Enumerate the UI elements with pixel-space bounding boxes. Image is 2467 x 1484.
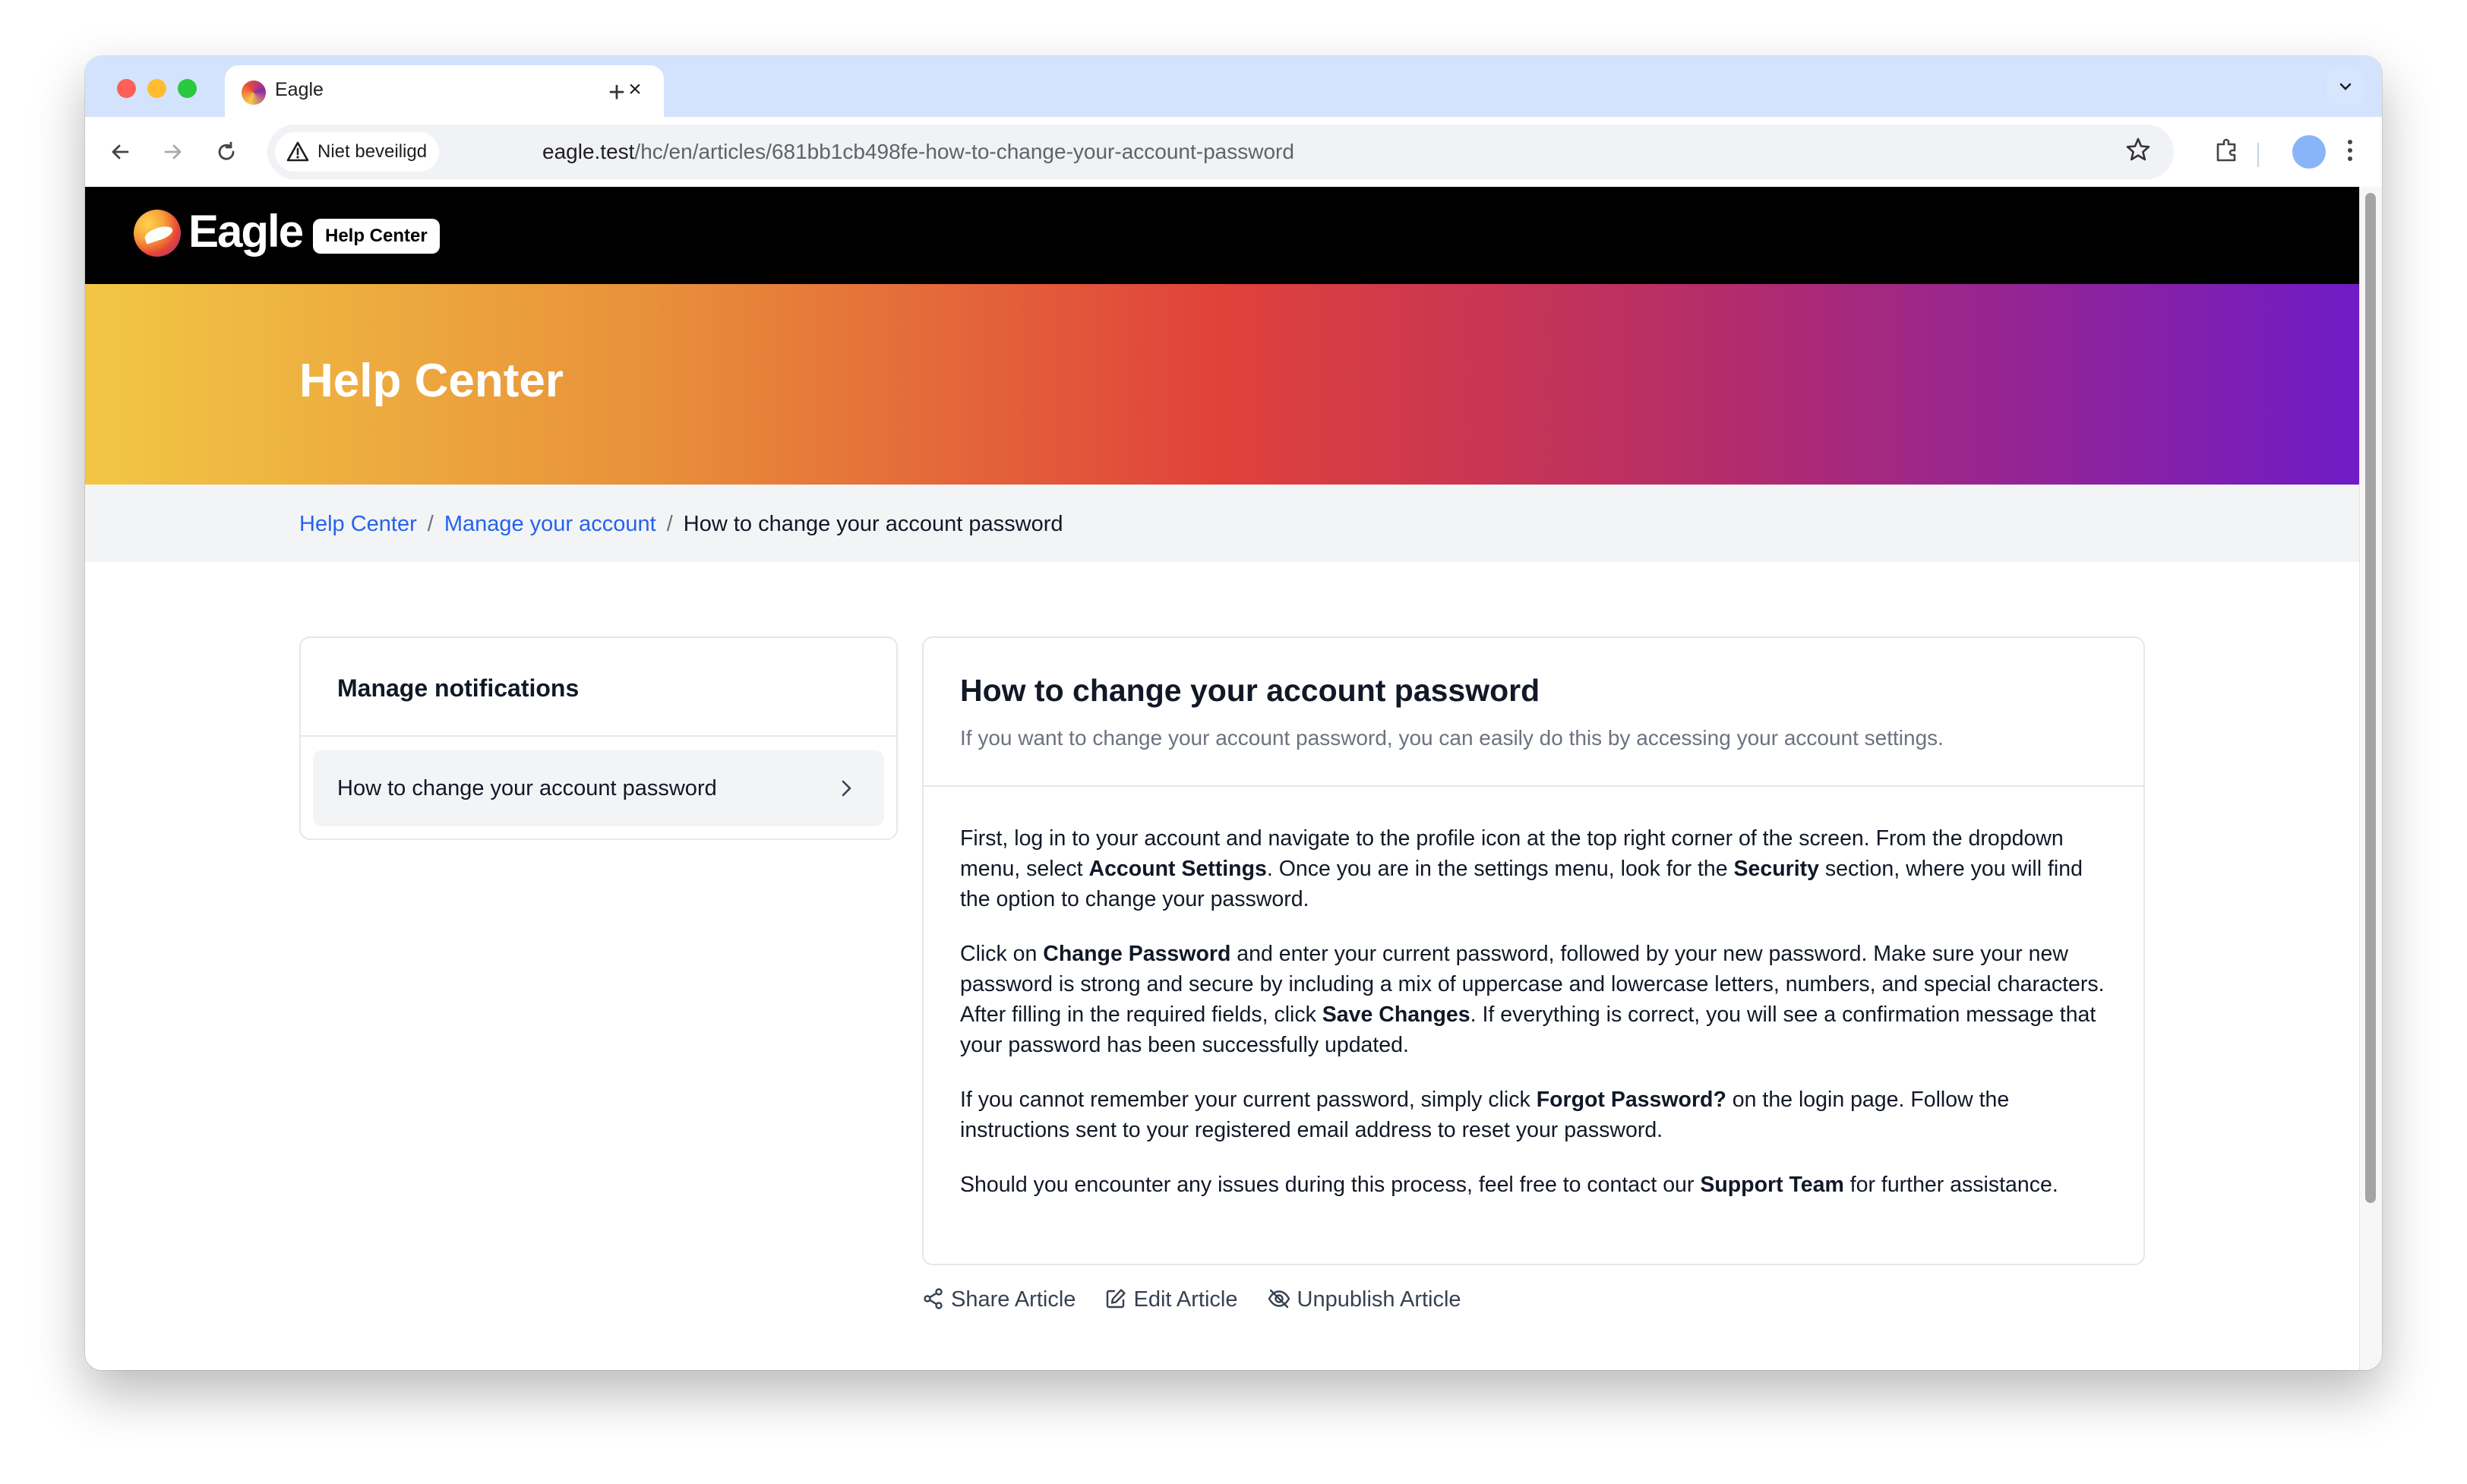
article-paragraph: If you cannot remember your current pass…	[960, 1085, 2115, 1145]
address-bar[interactable]: Niet beveiligd eagle.test/hc/en/articles…	[267, 125, 2174, 179]
breadcrumb-current: How to change your account password	[683, 512, 1063, 536]
bookmark-star-icon[interactable]	[2125, 137, 2151, 169]
url-host: eagle.test	[542, 140, 635, 163]
forward-button[interactable]	[153, 132, 193, 172]
eye-slash-icon	[1268, 1289, 1290, 1309]
warning-icon	[286, 141, 309, 162]
tab-search-button[interactable]	[2327, 68, 2364, 105]
more-menu-icon[interactable]	[2335, 137, 2365, 167]
edit-article-label: Edit Article	[1133, 1287, 1238, 1312]
hero-banner: Help Center	[85, 284, 2359, 485]
article-paragraph: Should you encounter any issues during t…	[960, 1170, 2115, 1200]
article-title: How to change your account password	[960, 673, 1540, 708]
page-viewport: Eagle Help Center Help Center Help Cente…	[85, 187, 2382, 1370]
article-text: Should you encounter any issues during t…	[960, 1173, 1701, 1197]
site-header: Eagle Help Center	[85, 187, 2359, 284]
browser-window: Eagle × + Niet beveiligd eagle.test/hc/e…	[85, 56, 2382, 1370]
article-body: First, log in to your account and naviga…	[960, 823, 2115, 1224]
url-path: /hc/en/articles/681bb1cb498fe-how-to-cha…	[634, 140, 1294, 163]
sidebar-item-label: How to change your account password	[337, 776, 717, 800]
article-emphasis: Change Password	[1043, 942, 1231, 966]
sidebar-item-change-password[interactable]: How to change your account password	[313, 750, 884, 826]
url-text[interactable]: eagle.test/hc/en/articles/681bb1cb498fe-…	[542, 140, 1294, 164]
zoom-window-button[interactable]	[178, 79, 197, 98]
article-text: If you cannot remember your current pass…	[960, 1088, 1537, 1112]
article-paragraph: First, log in to your account and naviga…	[960, 823, 2115, 914]
article-emphasis: Save Changes	[1322, 1002, 1470, 1027]
extensions-icon[interactable]	[2212, 137, 2242, 167]
share-article-button[interactable]: Share Article	[922, 1287, 1076, 1312]
hero-title: Help Center	[299, 355, 564, 407]
arrow-right-icon	[164, 144, 182, 159]
security-chip[interactable]: Niet beveiligd	[275, 132, 440, 172]
breadcrumb-manage-account[interactable]: Manage your account	[444, 512, 656, 536]
share-article-label: Share Article	[951, 1287, 1076, 1312]
article-subtitle: If you want to change your account passw…	[960, 726, 1944, 750]
screen: Eagle × + Niet beveiligd eagle.test/hc/e…	[0, 0, 2467, 1484]
section-sidebar: Manage notifications How to change your …	[299, 636, 898, 840]
share-icon	[924, 1288, 943, 1309]
article-paragraph: Click on Change Password and enter your …	[960, 939, 2115, 1060]
article-emphasis: Security	[1733, 857, 1820, 881]
scrollbar-thumb[interactable]	[2365, 193, 2376, 1203]
breadcrumb: Help Center / Manage your account / How to c…	[299, 512, 1063, 537]
article-text: . Once you are in the settings menu, loo…	[1266, 857, 1734, 881]
help-center-page: Eagle Help Center Help Center Help Cente…	[85, 187, 2359, 1370]
unpublish-article-label: Unpublish Article	[1297, 1287, 1461, 1312]
tab-bar: Eagle × +	[85, 56, 2382, 117]
tab-title: Eagle	[275, 79, 324, 100]
reload-icon	[218, 141, 235, 160]
dots-vertical-icon	[2348, 140, 2352, 161]
breadcrumb-separator: /	[666, 512, 673, 536]
puzzle-icon	[2216, 138, 2236, 162]
article-text: for further assistance.	[1843, 1173, 2058, 1197]
eagle-logo-icon[interactable]	[134, 210, 181, 257]
article-text: Click on	[960, 942, 1044, 966]
help-center-badge: Help Center	[313, 219, 440, 254]
edit-article-button[interactable]: Edit Article	[1104, 1287, 1237, 1312]
minimize-window-button[interactable]	[147, 79, 166, 98]
article-actions: Share Article Edit Article Unpublish Art…	[922, 1287, 1484, 1325]
article-card: How to change your account password If y…	[922, 636, 2145, 1265]
sidebar-title: Manage notifications	[337, 674, 580, 702]
chevron-down-icon	[2339, 83, 2352, 90]
breadcrumb-separator: /	[427, 512, 434, 536]
close-window-button[interactable]	[117, 79, 136, 98]
eagle-favicon-icon	[242, 81, 266, 105]
article-emphasis: Support Team	[1700, 1173, 1844, 1197]
article-emphasis: Forgot Password?	[1536, 1088, 1726, 1112]
sidebar-header: Manage notifications	[301, 638, 896, 737]
page-scrollbar[interactable]	[2359, 187, 2382, 1370]
edit-icon	[1107, 1289, 1126, 1309]
article-header: How to change your account password If y…	[924, 638, 2143, 787]
new-tab-button[interactable]: +	[594, 70, 640, 115]
toolbar-divider	[2257, 143, 2259, 167]
browser-toolbar: Niet beveiligd eagle.test/hc/en/articles…	[85, 117, 2382, 187]
unpublish-article-button[interactable]: Unpublish Article	[1267, 1287, 1461, 1312]
back-button[interactable]	[100, 132, 140, 172]
reload-button[interactable]	[207, 132, 246, 172]
chevron-right-icon	[842, 780, 851, 797]
article-emphasis: Account Settings	[1088, 857, 1267, 881]
arrow-left-icon	[112, 144, 129, 159]
star-icon	[2126, 137, 2150, 161]
logo-text[interactable]: Eagle	[188, 205, 304, 257]
breadcrumb-help-center[interactable]: Help Center	[299, 512, 417, 536]
security-label: Niet beveiligd	[317, 141, 428, 162]
breadcrumb-bar: Help Center / Manage your account / How to c…	[85, 485, 2359, 562]
profile-avatar-icon[interactable]	[2292, 135, 2326, 169]
